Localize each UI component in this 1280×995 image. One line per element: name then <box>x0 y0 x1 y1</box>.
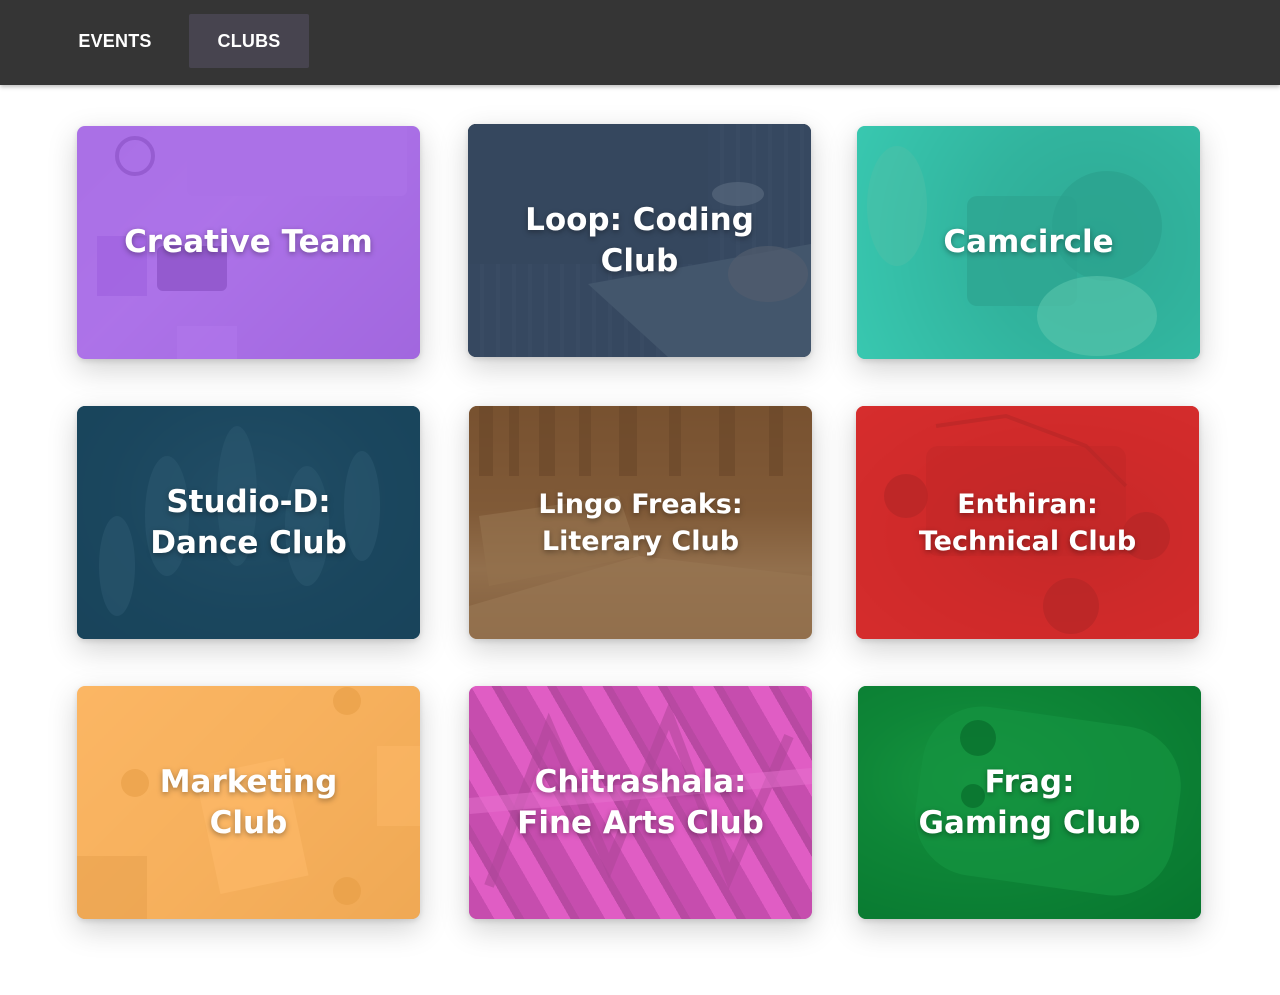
club-title-line1: Camcircle <box>943 224 1114 260</box>
club-title-line2: Technical Club <box>918 525 1137 557</box>
club-title: Chitrashala: Fine Arts Club <box>483 686 798 919</box>
club-title: Enthiran: Technical Club <box>870 406 1185 639</box>
tab-events[interactable]: EVENTS <box>60 14 170 68</box>
club-title-line2: Fine Arts Club <box>517 804 764 841</box>
club-title: Studio-D: Dance Club <box>91 406 406 639</box>
club-title: Frag: Gaming Club <box>872 686 1187 919</box>
club-title: Camcircle <box>871 126 1186 359</box>
club-card-gaming[interactable]: Frag: Gaming Club <box>858 686 1201 919</box>
club-title-line1: Studio-D: <box>166 483 331 520</box>
club-title-line1: Lingo Freaks: <box>538 488 743 520</box>
club-title-line1: Loop: Coding <box>525 201 754 238</box>
club-title: Marketing Club <box>91 686 406 919</box>
club-title-line2: Dance Club <box>150 524 347 561</box>
club-title-line1: Creative Team <box>124 224 373 260</box>
club-title-line2: Club <box>600 242 679 279</box>
club-card-camcircle[interactable]: Camcircle <box>857 126 1200 359</box>
club-title: Creative Team <box>91 126 406 359</box>
club-card-creative-team[interactable]: Creative Team <box>77 126 420 359</box>
club-title-line2: Gaming Club <box>918 804 1141 841</box>
club-title-line1: Enthiran: <box>957 488 1098 520</box>
club-title-line2: Literary Club <box>541 525 740 557</box>
club-title-line1: Frag: <box>984 763 1075 800</box>
club-title: Loop: Coding Club <box>482 124 797 357</box>
club-card-literary[interactable]: Lingo Freaks: Literary Club <box>469 406 812 639</box>
tab-clubs[interactable]: CLUBS <box>189 14 309 68</box>
top-navigation-bar: EVENTS CLUBS <box>0 0 1280 85</box>
club-title: Lingo Freaks: Literary Club <box>483 406 798 639</box>
club-title-line1: Marketing <box>159 763 338 800</box>
club-card-technical[interactable]: Enthiran: Technical Club <box>856 406 1199 639</box>
club-card-dance[interactable]: Studio-D: Dance Club <box>77 406 420 639</box>
club-card-coding[interactable]: Loop: Coding Club <box>468 124 811 357</box>
club-card-marketing[interactable]: Marketing Club <box>77 686 420 919</box>
club-card-fine-arts[interactable]: Chitrashala: Fine Arts Club <box>469 686 812 919</box>
club-title-line2: Club <box>209 804 288 841</box>
club-title-line1: Chitrashala: <box>534 763 747 800</box>
